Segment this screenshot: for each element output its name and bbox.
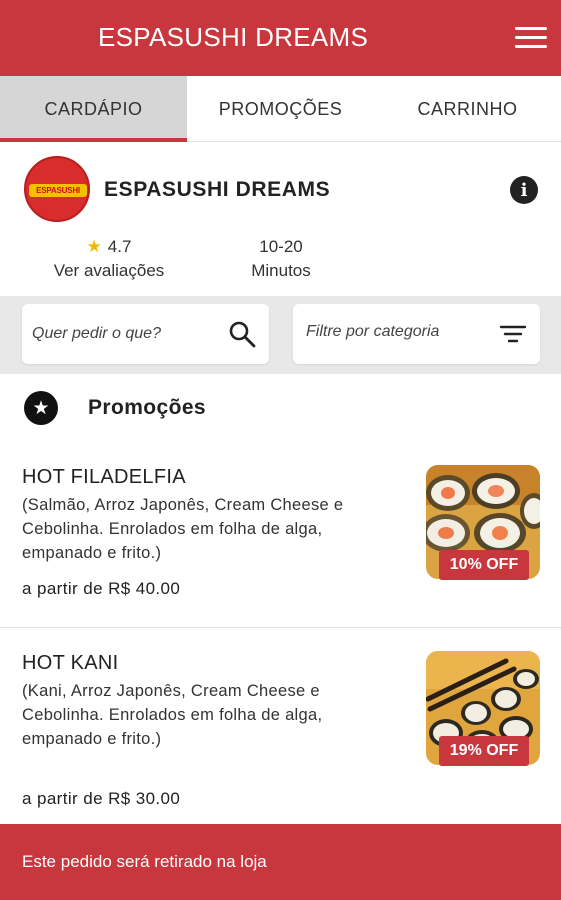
- app-header: ESPASUSHI DREAMS: [0, 0, 561, 76]
- menu-line: [515, 36, 547, 39]
- delivery-time-block: 10-20 Minutos: [226, 236, 336, 281]
- delivery-time-value: 10-20: [259, 237, 303, 256]
- search-icon[interactable]: [227, 320, 257, 348]
- delivery-time-unit: Minutos: [251, 261, 311, 280]
- hamburger-menu-icon[interactable]: [513, 25, 549, 51]
- store-info: ESPASUSHI ESPASUSHI DREAMS i ★ 4.7 Ver a…: [0, 142, 561, 296]
- section-header: ★ Promoções: [24, 390, 206, 426]
- search-field[interactable]: [22, 304, 269, 364]
- info-icon[interactable]: i: [510, 176, 538, 204]
- menu-item[interactable]: HOT KANI (Kani, Arroz Japonês, Cream Che…: [0, 648, 561, 818]
- item-description: (Kani, Arroz Japonês, Cream Cheese e Ceb…: [22, 682, 323, 748]
- item-name: HOT KANI: [22, 652, 119, 674]
- item-name: HOT FILADELFIA: [22, 466, 186, 488]
- logo-text: ESPASUSHI: [36, 186, 80, 195]
- menu-item[interactable]: HOT FILADELFIA (Salmão, Arroz Japonês, C…: [0, 462, 561, 628]
- category-filter-placeholder: Filtre por categoria: [306, 323, 440, 340]
- item-description: (Salmão, Arroz Japonês, Cream Cheese e C…: [22, 496, 344, 562]
- tab-bar: CARDÁPIO PROMOÇÕES CARRINHO: [0, 76, 561, 142]
- logo-band: ESPASUSHI: [29, 184, 87, 197]
- see-reviews-link[interactable]: Ver avaliações: [38, 261, 180, 281]
- store-name: ESPASUSHI DREAMS: [104, 178, 331, 201]
- tab-cardapio[interactable]: CARDÁPIO: [0, 76, 187, 142]
- rating-block[interactable]: ★ 4.7 Ver avaliações: [38, 236, 180, 281]
- pickup-notice-text: Este pedido será retirado na loja: [22, 852, 267, 871]
- discount-badge: 10% OFF: [439, 550, 529, 580]
- pickup-notice-bar: Este pedido será retirado na loja: [0, 824, 561, 900]
- menu-line: [515, 27, 547, 30]
- item-price: a partir de R$ 40.00: [22, 579, 181, 598]
- section-title: Promoções: [88, 396, 206, 419]
- app-title: ESPASUSHI DREAMS: [98, 22, 369, 52]
- discount-badge: 19% OFF: [439, 736, 529, 766]
- category-filter[interactable]: Filtre por categoria: [293, 304, 540, 364]
- star-badge-icon: ★: [24, 391, 58, 425]
- item-price: a partir de R$ 30.00: [22, 789, 181, 808]
- rating-value: 4.7: [107, 237, 132, 256]
- tab-promocoes[interactable]: PROMOÇÕES: [187, 76, 374, 142]
- search-input[interactable]: [32, 322, 222, 346]
- store-logo: ESPASUSHI: [24, 156, 90, 222]
- search-filter-bar: Filtre por categoria: [0, 296, 561, 374]
- star-icon: ★: [86, 237, 102, 256]
- menu-line: [515, 45, 547, 48]
- filter-icon[interactable]: [498, 320, 528, 348]
- tab-carrinho[interactable]: CARRINHO: [374, 76, 561, 142]
